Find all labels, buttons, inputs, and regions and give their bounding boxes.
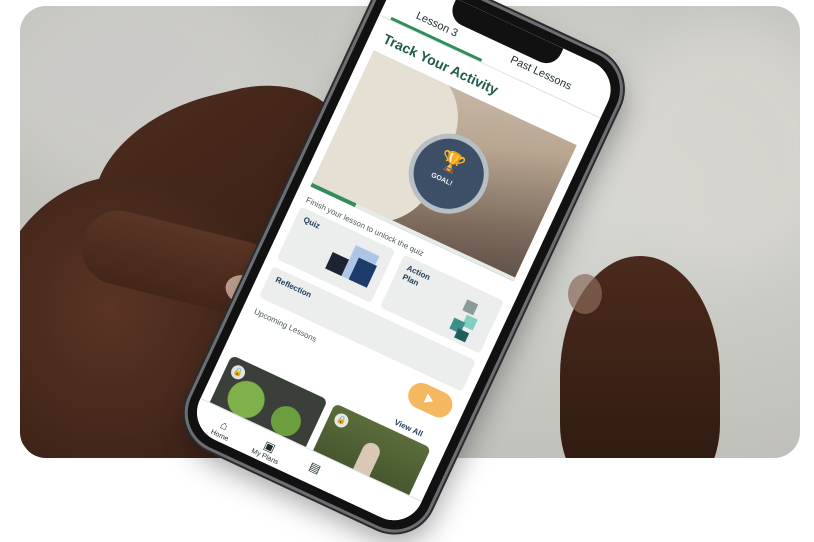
trophy-icon: 🏆 (436, 147, 468, 179)
lock-icon: 🔒 (228, 362, 248, 382)
right-thumbnail (568, 274, 602, 314)
action-plan-label: Action Plan (401, 263, 432, 288)
action-plan-illustration (454, 328, 470, 343)
lock-icon: 🔒 (332, 411, 351, 430)
quiz-label: Quiz (301, 215, 322, 231)
background-blur (620, 26, 800, 266)
action-plan-illustration (462, 299, 479, 316)
reflection-label: Reflection (274, 275, 313, 300)
